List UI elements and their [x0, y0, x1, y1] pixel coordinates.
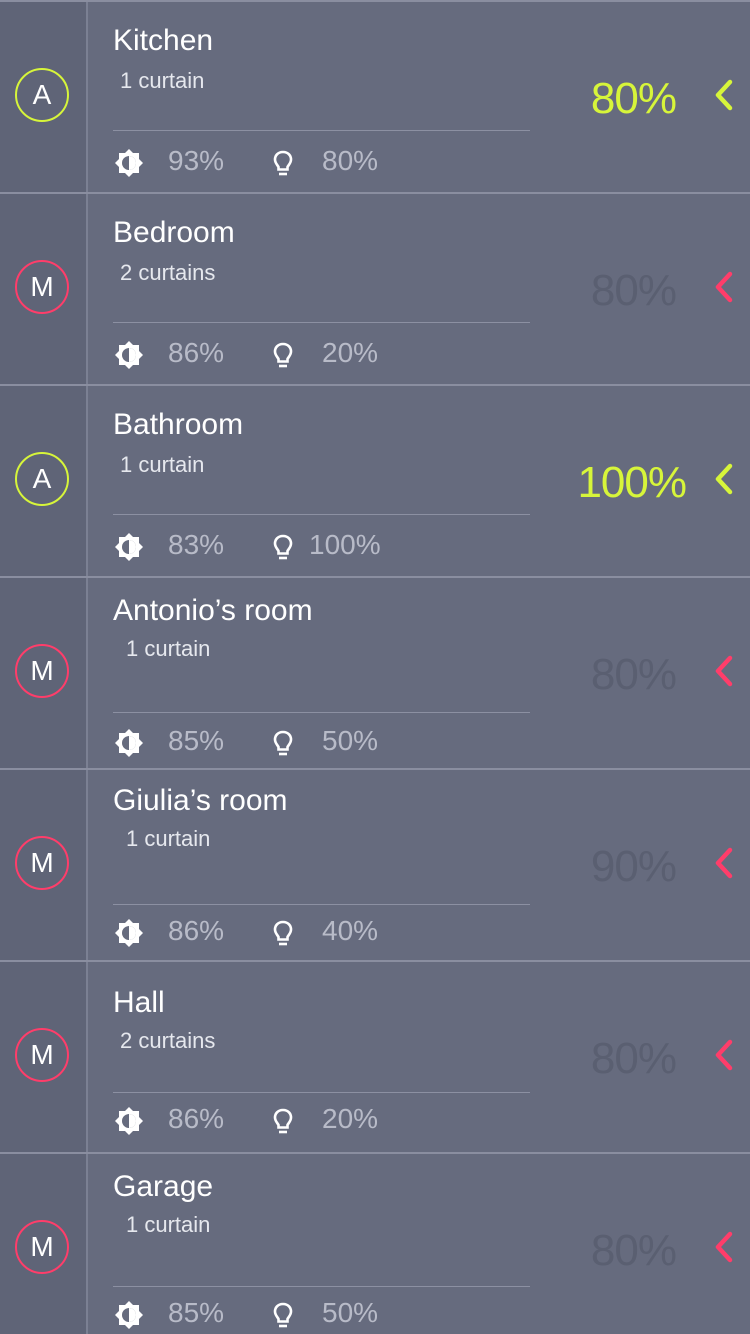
bulb-icon — [273, 1302, 293, 1328]
position-value: 80% — [590, 1226, 677, 1275]
room-name: Hall — [113, 986, 165, 1019]
bulb-icon — [273, 1108, 293, 1134]
room-row-kitchen[interactable]: A Kitchen 1 curtain 93% 80% 80% — [0, 0, 750, 192]
mode-column: A — [0, 2, 88, 192]
room-name: Garage — [113, 1170, 214, 1203]
divider — [113, 1092, 530, 1093]
curtain-count: 1 curtain — [126, 1212, 211, 1237]
lamp-value: 50% — [322, 1297, 379, 1328]
mode-toggle-button[interactable]: M — [15, 1028, 69, 1082]
mode-column: M — [0, 962, 88, 1152]
brightness-icon — [115, 533, 143, 561]
bulb-icon — [273, 150, 293, 176]
curtain-count: 1 curtain — [120, 452, 205, 477]
mode-toggle-button[interactable]: A — [15, 68, 69, 122]
curtain-count: 1 curtain — [126, 636, 211, 661]
mode-toggle-button[interactable]: M — [15, 1220, 69, 1274]
brightness-icon — [115, 1107, 143, 1135]
curtain-count: 1 curtain — [126, 826, 211, 851]
lamp-value: 100% — [309, 529, 381, 560]
mode-toggle-button[interactable]: M — [15, 644, 69, 698]
room-row-bathroom[interactable]: A Bathroom 1 curtain 83% 100% 100% — [0, 384, 750, 576]
curtain-count: 2 curtains — [120, 260, 216, 285]
lamp-value: 80% — [322, 145, 379, 176]
mode-toggle-button[interactable]: M — [15, 260, 69, 314]
light-sensor-value: 93% — [168, 145, 225, 176]
room-row-hall[interactable]: M Hall 2 curtains 86% 20% 80% — [0, 960, 750, 1152]
room-name: Bathroom — [113, 408, 244, 441]
curtain-count: 2 curtains — [120, 1028, 216, 1053]
mode-toggle-button[interactable]: M — [15, 836, 69, 890]
mode-column: M — [0, 578, 88, 768]
brightness-icon — [115, 1301, 143, 1329]
mode-toggle-button[interactable]: A — [15, 452, 69, 506]
bulb-icon — [273, 342, 293, 368]
chevron-left-icon[interactable] — [712, 270, 736, 304]
position-value: 80% — [590, 266, 677, 315]
position-value: 100% — [577, 458, 687, 507]
lamp-value: 50% — [322, 725, 379, 756]
brightness-icon — [115, 149, 143, 177]
room-name: Antonio’s room — [113, 594, 313, 627]
brightness-icon — [115, 341, 143, 369]
room-name: Kitchen — [113, 24, 214, 57]
mode-column: M — [0, 194, 88, 384]
bulb-icon — [273, 730, 293, 756]
chevron-left-icon[interactable] — [712, 78, 736, 112]
position-value: 90% — [590, 842, 677, 891]
light-sensor-value: 86% — [168, 915, 225, 946]
bulb-icon — [273, 534, 293, 560]
brightness-icon — [115, 729, 143, 757]
bulb-icon — [273, 920, 293, 946]
brightness-icon — [115, 919, 143, 947]
room-list: A Kitchen 1 curtain 93% 80% 80% M Bedroo… — [0, 0, 750, 1334]
divider — [113, 712, 530, 713]
room-name: Giulia’s room — [113, 784, 288, 817]
divider — [113, 130, 530, 131]
mode-column: A — [0, 386, 88, 576]
divider — [113, 322, 530, 323]
room-row-antonios-room[interactable]: M Antonio’s room 1 curtain 85% 50% 80% — [0, 576, 750, 768]
room-row-bedroom[interactable]: M Bedroom 2 curtains 86% 20% 80% — [0, 192, 750, 384]
mode-column: M — [0, 770, 88, 960]
divider — [113, 904, 530, 905]
lamp-value: 20% — [322, 337, 379, 368]
position-value: 80% — [590, 1034, 677, 1083]
chevron-left-icon[interactable] — [712, 1230, 736, 1264]
light-sensor-value: 83% — [168, 529, 225, 560]
chevron-left-icon[interactable] — [712, 1038, 736, 1072]
room-row-giulias-room[interactable]: M Giulia’s room 1 curtain 86% 40% 90% — [0, 768, 750, 960]
chevron-left-icon[interactable] — [712, 846, 736, 880]
position-value: 80% — [590, 650, 677, 699]
room-name: Bedroom — [113, 216, 235, 249]
lamp-value: 40% — [322, 915, 379, 946]
lamp-value: 20% — [322, 1103, 379, 1134]
light-sensor-value: 86% — [168, 337, 225, 368]
light-sensor-value: 85% — [168, 725, 225, 756]
light-sensor-value: 85% — [168, 1297, 225, 1328]
divider — [113, 1286, 530, 1287]
curtain-count: 1 curtain — [120, 68, 205, 93]
chevron-left-icon[interactable] — [712, 462, 736, 496]
chevron-left-icon[interactable] — [712, 654, 736, 688]
divider — [113, 514, 530, 515]
light-sensor-value: 86% — [168, 1103, 225, 1134]
position-value: 80% — [590, 74, 677, 123]
mode-column: M — [0, 1154, 88, 1334]
room-row-garage[interactable]: M Garage 1 curtain 85% 50% 80% — [0, 1152, 750, 1334]
